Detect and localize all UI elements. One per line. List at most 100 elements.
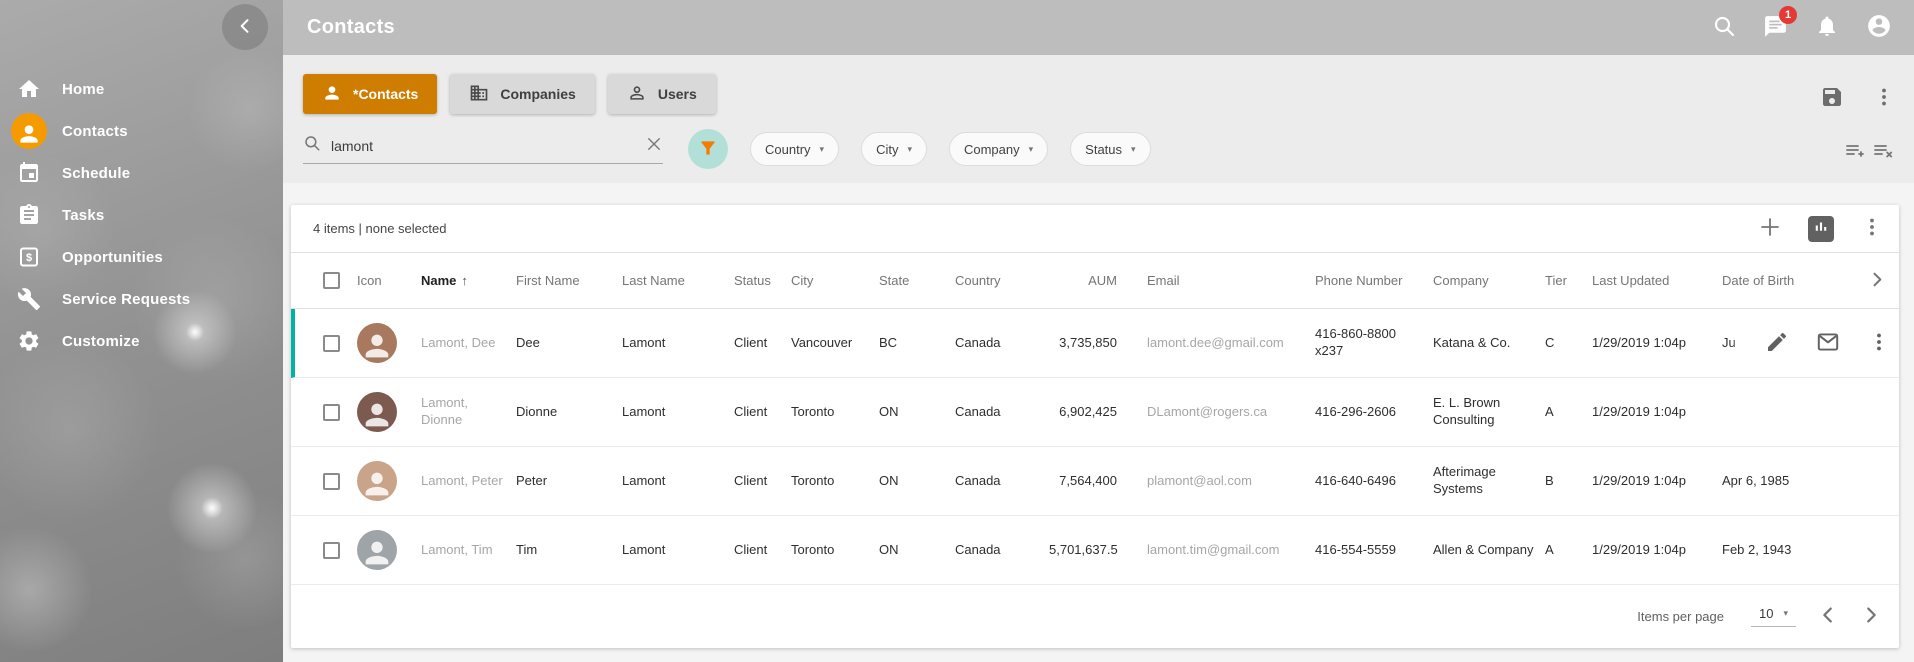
cell-country: Canada <box>955 542 1049 559</box>
sidebar-item-customize[interactable]: Customize <box>0 320 283 362</box>
cell-country: Canada <box>955 473 1049 490</box>
more-vertical-icon <box>1860 215 1884 242</box>
chevron-right-icon <box>1860 604 1882 629</box>
column-header-country[interactable]: Country <box>955 273 1049 288</box>
filter-chip[interactable]: Country ▾ <box>750 132 839 166</box>
table-row[interactable]: Lamont, Dionne Dionne Lamont Client Toro… <box>291 378 1899 447</box>
table-row[interactable]: Lamont, Dee Dee Lamont Client Vancouver … <box>291 309 1899 378</box>
avatar <box>357 392 397 432</box>
search-icon <box>1712 14 1736 41</box>
save-view-button[interactable] <box>1820 85 1844 112</box>
sidebar-item-label: Contacts <box>62 123 128 140</box>
next-page-button[interactable] <box>1860 604 1882 629</box>
filter-chip[interactable]: City ▾ <box>861 132 927 166</box>
cell-status: Client <box>734 335 791 352</box>
sidebar-item-label: Service Requests <box>62 291 190 308</box>
chevron-down-icon: ▾ <box>1131 144 1136 155</box>
scroll-columns-right-button[interactable] <box>1867 269 1887 292</box>
avatar <box>357 461 397 501</box>
tab-contacts[interactable]: *Contacts <box>303 74 437 114</box>
sidebar-collapse-button[interactable] <box>222 4 268 50</box>
cell-city: Toronto <box>791 404 879 421</box>
cell-state: BC <box>879 335 955 352</box>
tab-users[interactable]: Users <box>608 74 716 114</box>
tab-companies[interactable]: Companies <box>450 74 594 114</box>
filter-chip-label: City <box>876 142 898 157</box>
sidebar-item-home[interactable]: Home <box>0 68 283 110</box>
filter-row: Country ▾ City ▾ Company ▾ <box>303 129 1914 169</box>
messages-button[interactable]: 1 <box>1763 14 1788 42</box>
sidebar-item-service-requests[interactable]: Service Requests <box>0 278 283 320</box>
filter-chip[interactable]: Company ▾ <box>949 132 1048 166</box>
row-checkbox[interactable] <box>323 335 340 352</box>
cell-last-updated: 1/29/2019 1:04p <box>1592 404 1722 421</box>
cell-company: E. L. Brown Consulting <box>1433 395 1545 429</box>
sidebar-item-opportunities[interactable]: $ Opportunities <box>0 236 283 278</box>
table-menu-button[interactable] <box>1860 215 1884 242</box>
person-icon <box>322 83 342 106</box>
column-header-status[interactable]: Status <box>734 273 791 288</box>
cell-phone: 416-554-5559 <box>1315 542 1433 559</box>
email-button[interactable] <box>1815 329 1841 358</box>
search-input[interactable] <box>331 138 635 154</box>
table-row[interactable]: Lamont, Peter Peter Lamont Client Toront… <box>291 447 1899 516</box>
cell-tier: B <box>1545 473 1592 490</box>
clear-search-button[interactable] <box>645 135 663 156</box>
row-menu-button[interactable] <box>1867 330 1891 357</box>
cell-phone: 416-640-6496 <box>1315 473 1433 490</box>
search-button[interactable] <box>1712 14 1736 41</box>
column-header-email[interactable]: Email <box>1147 273 1315 288</box>
filter-chip[interactable]: Status ▾ <box>1070 132 1150 166</box>
cell-first-name: Dionne <box>516 404 622 421</box>
add-filter-button[interactable] <box>1844 139 1868 166</box>
clear-filters-button[interactable] <box>1872 139 1896 166</box>
sidebar-item-schedule[interactable]: Schedule <box>0 152 283 194</box>
select-all-checkbox[interactable] <box>323 272 340 289</box>
column-header-tier[interactable]: Tier <box>1545 273 1592 288</box>
column-header-company[interactable]: Company <box>1433 273 1545 288</box>
close-icon <box>645 135 663 156</box>
table-header: Icon Name↑ First Name Last Name Status C… <box>291 253 1899 309</box>
column-header-last-name[interactable]: Last Name <box>622 273 734 288</box>
filter-funnel-button[interactable] <box>688 129 728 169</box>
chart-view-button[interactable] <box>1808 216 1834 242</box>
bar-chart-icon <box>1812 218 1830 239</box>
calendar-icon <box>17 161 41 185</box>
sort-ascending-icon: ↑ <box>461 273 468 288</box>
view-menu-button[interactable] <box>1872 85 1896 112</box>
sidebar-item-tasks[interactable]: Tasks <box>0 194 283 236</box>
edit-button[interactable] <box>1765 330 1789 357</box>
account-button[interactable] <box>1866 13 1892 42</box>
row-checkbox[interactable] <box>323 404 340 421</box>
svg-text:$: $ <box>26 252 32 264</box>
playlist-add-icon <box>1844 139 1868 166</box>
cell-status: Client <box>734 404 791 421</box>
column-header-phone[interactable]: Phone Number <box>1315 273 1433 288</box>
chevron-down-icon: ▾ <box>1029 144 1034 155</box>
main: Contacts 1 <box>283 0 1914 662</box>
column-header-last-updated[interactable]: Last Updated <box>1592 273 1722 288</box>
column-header-first-name[interactable]: First Name <box>516 273 622 288</box>
column-header-name[interactable]: Name↑ <box>421 273 516 288</box>
cell-last-updated: 1/29/2019 1:04p <box>1592 473 1722 490</box>
home-icon <box>17 77 41 101</box>
add-contact-button[interactable] <box>1758 215 1782 242</box>
cell-email: lamont.dee@gmail.com <box>1147 335 1315 352</box>
row-checkbox[interactable] <box>323 473 340 490</box>
column-header-icon[interactable]: Icon <box>357 273 421 288</box>
cell-first-name: Dee <box>516 335 622 352</box>
cell-state: ON <box>879 542 955 559</box>
save-icon <box>1820 85 1844 112</box>
column-header-city[interactable]: City <box>791 273 879 288</box>
cell-last-updated: 1/29/2019 1:04p <box>1592 542 1722 559</box>
notifications-button[interactable] <box>1815 14 1839 41</box>
table-row[interactable]: Lamont, Tim Tim Lamont Client Toronto ON… <box>291 516 1899 585</box>
row-checkbox[interactable] <box>323 542 340 559</box>
sidebar-item-contacts[interactable]: Contacts <box>0 110 283 152</box>
items-per-page-select[interactable]: 10 ▾ <box>1751 606 1796 627</box>
chevron-left-icon <box>1817 604 1839 629</box>
cell-email: lamont.tim@gmail.com <box>1147 542 1315 559</box>
prev-page-button[interactable] <box>1817 604 1839 629</box>
column-header-state[interactable]: State <box>879 273 955 288</box>
column-header-aum[interactable]: AUM <box>1049 273 1147 288</box>
